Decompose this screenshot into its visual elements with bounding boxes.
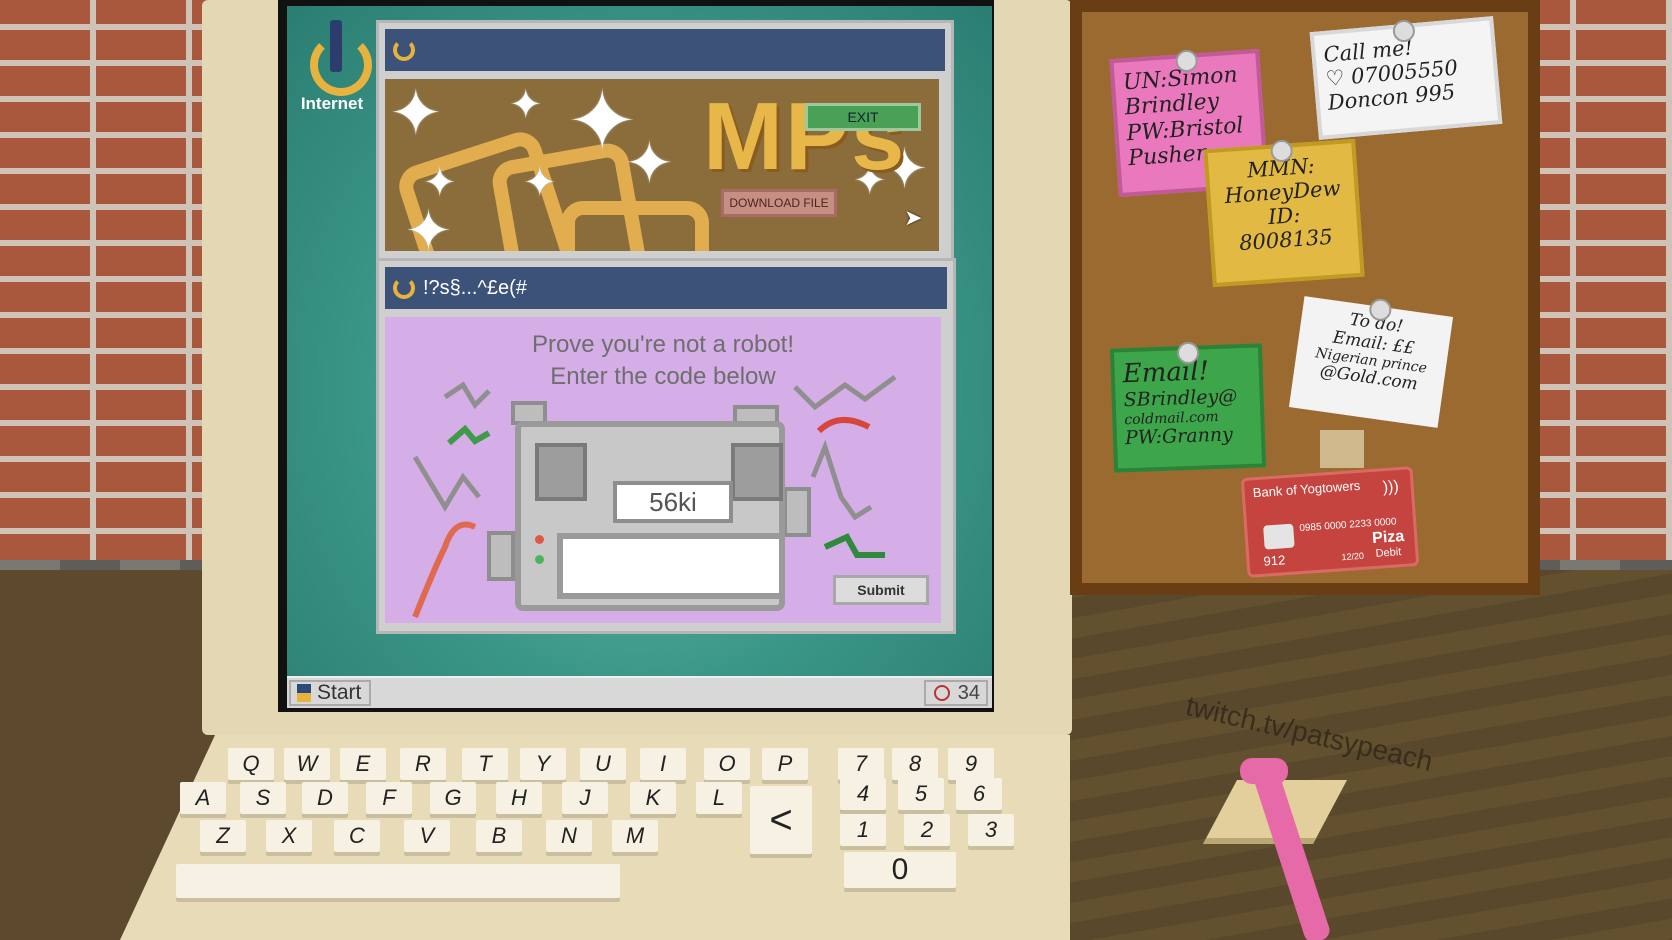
key-a[interactable]: A [180,782,226,814]
start-button[interactable]: Start [289,680,371,706]
key-7[interactable]: 7 [838,748,884,780]
key-0[interactable]: 0 [844,852,956,888]
key-9[interactable]: 9 [948,748,994,780]
swirl-decoration [561,201,709,251]
app-logo-icon [393,277,415,299]
sparkle-icon: ✦ [523,161,557,205]
card-brand: Piza [1371,527,1405,548]
key-g[interactable]: G [430,782,476,814]
key-z[interactable]: Z [200,820,246,852]
card-expiry: 12/20 [1341,550,1365,563]
key-e[interactable]: E [340,748,386,780]
captcha-code: 56ki [613,481,733,523]
bank-card[interactable]: Bank of Yogtowers ))) 0985 0000 2233 000… [1240,466,1420,578]
card-bank-name: Bank of Yogtowers [1252,477,1361,501]
key-d[interactable]: D [302,782,348,814]
start-icon [297,684,311,702]
captcha-prompt-line1: Prove you're not a robot! [531,331,795,358]
pinboard: UN:Simon Brindley PW:Bristol Pusher Call… [1070,0,1540,595]
mp-window: ✦ ✦ ✦ ✦ ✦ ✦ ✦ ✦ ✦ MPs EXIT DOWNLOAD FILE [376,20,954,262]
taskbar: Start 34 [287,676,992,708]
note-mmn-id[interactable]: MMN: HoneyDew ID: 8008135 [1203,138,1365,288]
note-line: SBrindley@ [1123,385,1238,412]
sparkle-icon: ✦ [509,83,543,127]
clock-icon [933,685,950,701]
backspace-key[interactable]: < [750,786,812,854]
note-call-me[interactable]: Call me! ♡ 07005550 Doncon 995 [1309,16,1503,140]
brick-wall-left [0,0,210,600]
key-f[interactable]: F [366,782,412,814]
key-h[interactable]: H [496,782,542,814]
key-s[interactable]: S [240,782,286,814]
key-c[interactable]: C [334,820,380,852]
key-w[interactable]: W [284,748,330,780]
card-chip-icon [1263,523,1295,550]
key-2[interactable]: 2 [904,814,950,846]
mp-window-content: ✦ ✦ ✦ ✦ ✦ ✦ ✦ ✦ ✦ MPs EXIT DOWNLOAD FILE [385,79,939,251]
status-led-red [535,535,544,544]
robot-body: 56ki [515,421,785,611]
key-t[interactable]: T [462,748,508,780]
player-hand-fingers [1240,758,1288,784]
key-3[interactable]: 3 [968,814,1014,846]
key-y[interactable]: Y [520,748,566,780]
card-cvv: 912 [1263,552,1286,569]
key-j[interactable]: J [562,782,608,814]
note-line: PW:Granny [1124,423,1234,450]
captcha-content: Prove you're not a robot! Enter the code… [385,317,941,623]
game-scene: Internet ents otos ✦ ✦ ✦ ✦ ✦ ✦ ✦ ✦ ✦ MPs… [0,0,1672,940]
key-b[interactable]: B [476,820,522,852]
key-x[interactable]: X [266,820,312,852]
submit-button[interactable]: Submit [833,575,929,605]
contactless-icon: ))) [1382,478,1400,497]
key-v[interactable]: V [404,820,450,852]
robot-ear [487,531,515,581]
clock-value: 34 [957,681,980,704]
robot-ear [783,487,811,537]
mp-window-titlebar[interactable] [385,29,945,71]
captcha-window: !?s§...^£e(# Prove you're not a robot! E… [376,258,956,634]
key-q[interactable]: Q [228,748,274,780]
internet-desktop-icon[interactable]: Internet [297,16,372,114]
key-5[interactable]: 5 [898,778,944,810]
key-n[interactable]: N [546,820,592,852]
robot-eye [535,443,587,501]
space-key[interactable] [176,864,620,898]
card-type: Debit [1375,546,1402,560]
key-l[interactable]: L [696,782,742,814]
app-logo-icon [393,39,415,61]
captcha-input[interactable] [557,533,785,599]
key-1[interactable]: 1 [840,814,886,846]
key-6[interactable]: 6 [956,778,1002,810]
key-k[interactable]: K [630,782,676,814]
sparkle-icon: ✦ [625,131,674,196]
sparkle-icon: ✦ [423,161,457,205]
download-file-button[interactable]: DOWNLOAD FILE [721,189,837,217]
note-todo[interactable]: To do! Email: ££ Nigerian prince @Gold.c… [1288,296,1454,428]
tape [1320,430,1364,468]
exit-button[interactable]: EXIT [805,103,921,131]
key-r[interactable]: R [400,748,446,780]
key-m[interactable]: M [612,820,658,852]
key-p[interactable]: P [762,748,808,780]
sparkle-icon: ✦ [405,199,452,252]
key-8[interactable]: 8 [892,748,938,780]
sparkle-icon: ✦ [389,79,443,149]
captcha-window-title: !?s§...^£e(# [423,276,527,299]
note-email-credentials[interactable]: Email! SBrindley@ coldmail.com PW:Granny [1109,341,1267,473]
taskbar-clock[interactable]: 34 [924,680,988,706]
key-u[interactable]: U [580,748,626,780]
key-o[interactable]: O [704,748,750,780]
internet-icon [304,16,372,96]
status-led-green [535,555,544,564]
captcha-window-titlebar[interactable]: !?s§...^£e(# [385,267,947,309]
mouse-cursor-icon: ➤ [904,205,923,230]
key-i[interactable]: I [640,748,686,780]
robot-eye [731,443,783,501]
key-4[interactable]: 4 [840,778,886,810]
squiggle-decoration [412,381,491,619]
internet-icon-label: Internet [300,94,364,113]
robot-captcha-machine: 56ki [487,401,811,611]
start-label: Start [317,681,362,704]
